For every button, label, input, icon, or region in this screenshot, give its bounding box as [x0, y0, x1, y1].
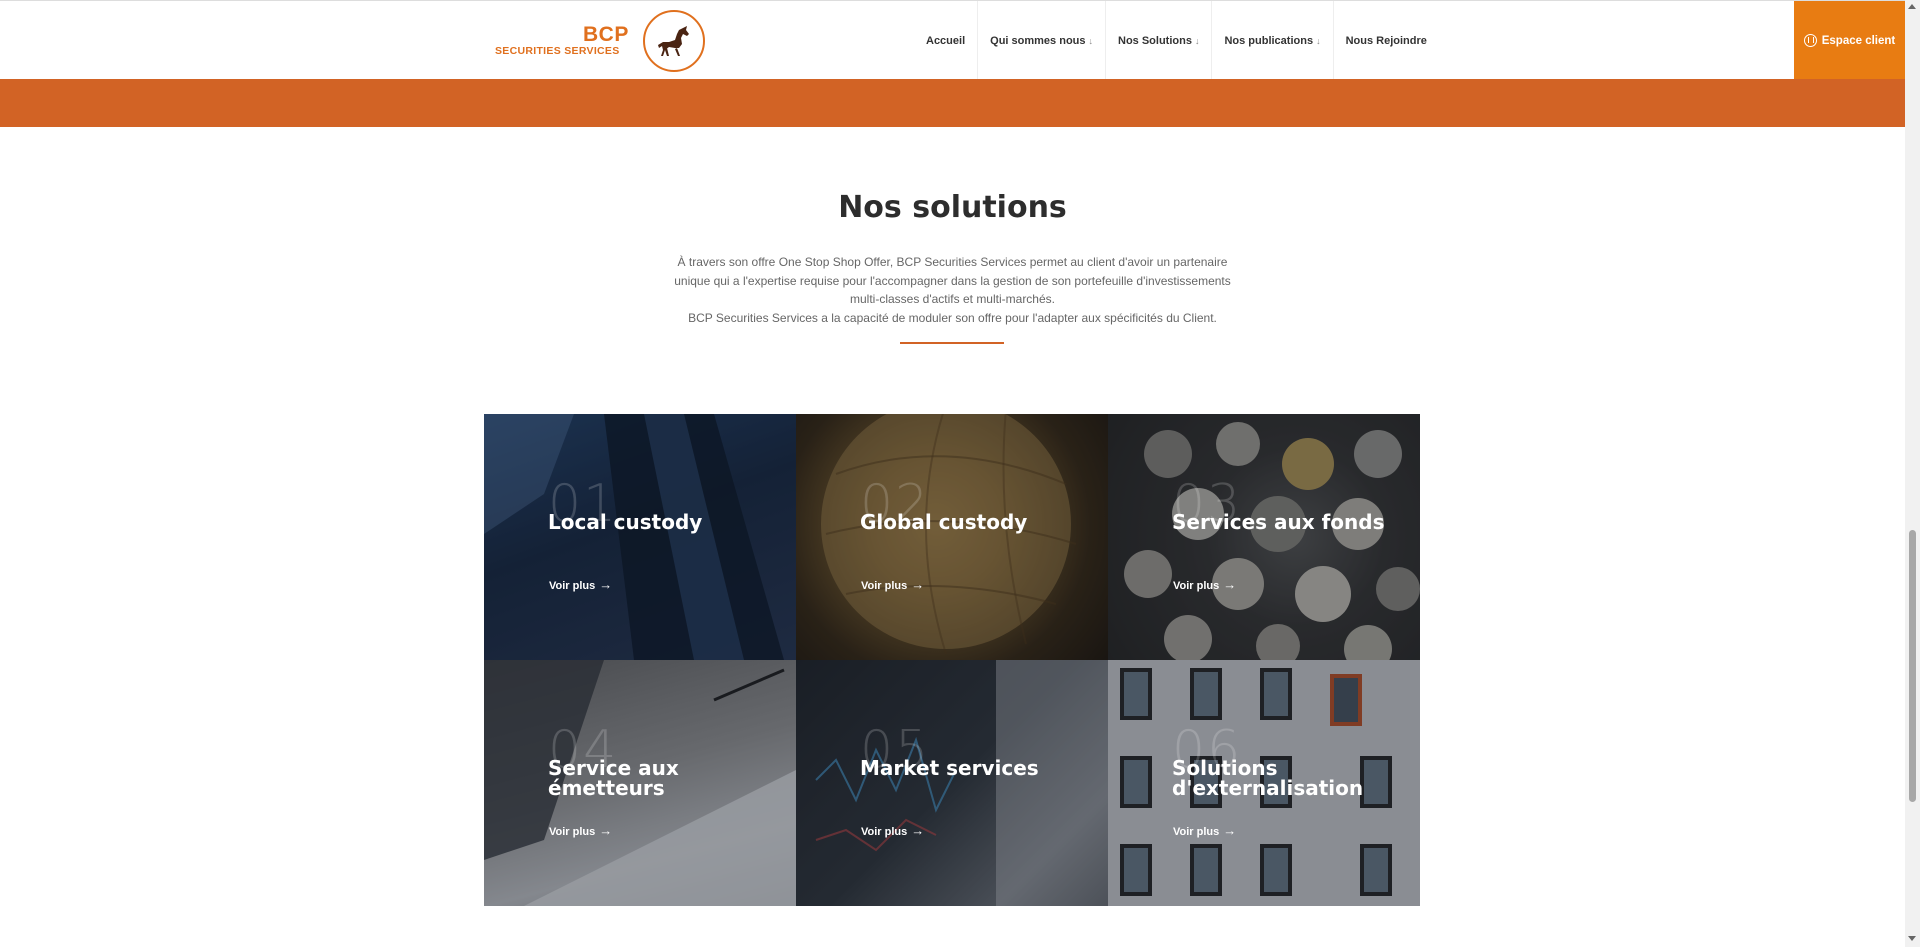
site-header: BCP SECURITIES SERVICES Accueil Qui somm…	[0, 0, 1905, 80]
section-description: À travers son offre One Stop Shop Offer,…	[640, 253, 1265, 327]
espace-client-button[interactable]: Espace client	[1794, 1, 1905, 80]
description-line: À travers son offre One Stop Shop Offer,…	[677, 255, 1228, 269]
scroll-up-arrow-icon[interactable]	[1908, 4, 1916, 9]
link-label: Voir plus	[861, 580, 908, 592]
title-divider	[900, 342, 1004, 344]
voir-plus-link[interactable]: Voir plus →	[1173, 823, 1236, 838]
nav-label: Nous Rejoindre	[1345, 34, 1427, 47]
link-label: Voir plus	[861, 826, 908, 838]
tile-title: Local custody	[548, 510, 703, 534]
nav-nos-publications[interactable]: Nos publications ↓	[1212, 1, 1334, 80]
tile-overlay	[484, 414, 796, 660]
tile-title: Services aux fonds	[1172, 510, 1385, 534]
voir-plus-link[interactable]: Voir plus →	[861, 823, 924, 838]
nav-accueil[interactable]: Accueil	[914, 1, 979, 80]
espace-client-label: Espace client	[1821, 34, 1896, 47]
tile-overlay	[796, 660, 1108, 906]
solution-tile-solutions-externalisation[interactable]: 06 Solutions d'externalisation Voir plus…	[1108, 660, 1420, 906]
chevron-down-icon: ↓	[1088, 35, 1094, 46]
nav-nos-solutions[interactable]: Nos Solutions ↓	[1106, 1, 1213, 80]
tile-overlay	[796, 414, 1108, 660]
arrow-right-icon: →	[1223, 823, 1237, 838]
link-label: Voir plus	[1173, 826, 1220, 838]
description-line: BCP Securities Services a la capacité de…	[688, 310, 1217, 325]
nav-nous-rejoindre[interactable]: Nous Rejoindre	[1334, 1, 1439, 80]
link-label: Voir plus	[1173, 580, 1220, 592]
solutions-grid: 01 Local custody Voir plus → 02 Global cu…	[484, 414, 1420, 906]
link-label: Voir plus	[549, 580, 596, 592]
solution-tile-service-aux-emetteurs[interactable]: 04 Service aux émetteurs Voir plus →	[484, 660, 796, 906]
tile-title: Service aux émetteurs	[548, 756, 679, 800]
tile-title: Market services	[860, 756, 1039, 780]
scroll-down-arrow-icon[interactable]	[1908, 936, 1916, 941]
arrow-right-icon: →	[1223, 577, 1237, 592]
scrollbar-thumb[interactable]	[1909, 530, 1916, 802]
description-line: multi-classes d'actifs et multi-marchés.	[849, 292, 1055, 306]
solution-tile-local-custody[interactable]: 01 Local custody Voir plus →	[484, 414, 796, 660]
tile-title: Solutions d'externalisation	[1172, 756, 1364, 800]
arrow-right-icon: →	[911, 823, 925, 838]
solution-tile-services-aux-fonds[interactable]: 03 Services aux fonds Voir plus →	[1108, 414, 1420, 660]
tile-overlay	[1108, 414, 1420, 660]
arrow-right-icon: →	[599, 577, 613, 592]
hero-band	[0, 79, 1905, 127]
arrow-right-icon: →	[911, 577, 925, 592]
main-nav: Accueil Qui sommes nous ↓ Nos Solutions …	[914, 1, 1439, 80]
user-icon	[1803, 34, 1817, 47]
voir-plus-link[interactable]: Voir plus →	[549, 823, 612, 838]
solution-tile-market-services[interactable]: 05 Market services Voir plus →	[796, 660, 1108, 906]
arrow-right-icon: →	[599, 823, 613, 838]
nav-label: Qui sommes nous	[990, 34, 1086, 47]
nav-qui-sommes-nous[interactable]: Qui sommes nous ↓	[978, 1, 1106, 80]
solution-tile-global-custody[interactable]: 02 Global custody Voir plus →	[796, 414, 1108, 660]
description-line: unique qui a l'expertise requise pour l'…	[674, 273, 1231, 288]
logo-subtitle: SECURITIES SERVICES	[495, 45, 620, 57]
nav-label: Nos publications	[1224, 34, 1314, 47]
logo-name: BCP	[583, 23, 629, 46]
voir-plus-link[interactable]: Voir plus →	[1173, 577, 1236, 592]
bcp-logo[interactable]: BCP SECURITIES SERVICES	[495, 9, 707, 75]
link-label: Voir plus	[549, 826, 596, 838]
voir-plus-link[interactable]: Voir plus →	[861, 577, 924, 592]
horse-icon	[643, 10, 705, 72]
section-title: Nos solutions	[838, 190, 1067, 225]
voir-plus-link[interactable]: Voir plus →	[549, 577, 612, 592]
chevron-down-icon: ↓	[1194, 35, 1200, 46]
nav-label: Nos Solutions	[1118, 34, 1192, 47]
page-scrollbar[interactable]	[1905, 0, 1920, 947]
nav-label: Accueil	[926, 34, 966, 47]
tile-title: Global custody	[860, 510, 1028, 534]
chevron-down-icon: ↓	[1316, 35, 1321, 46]
